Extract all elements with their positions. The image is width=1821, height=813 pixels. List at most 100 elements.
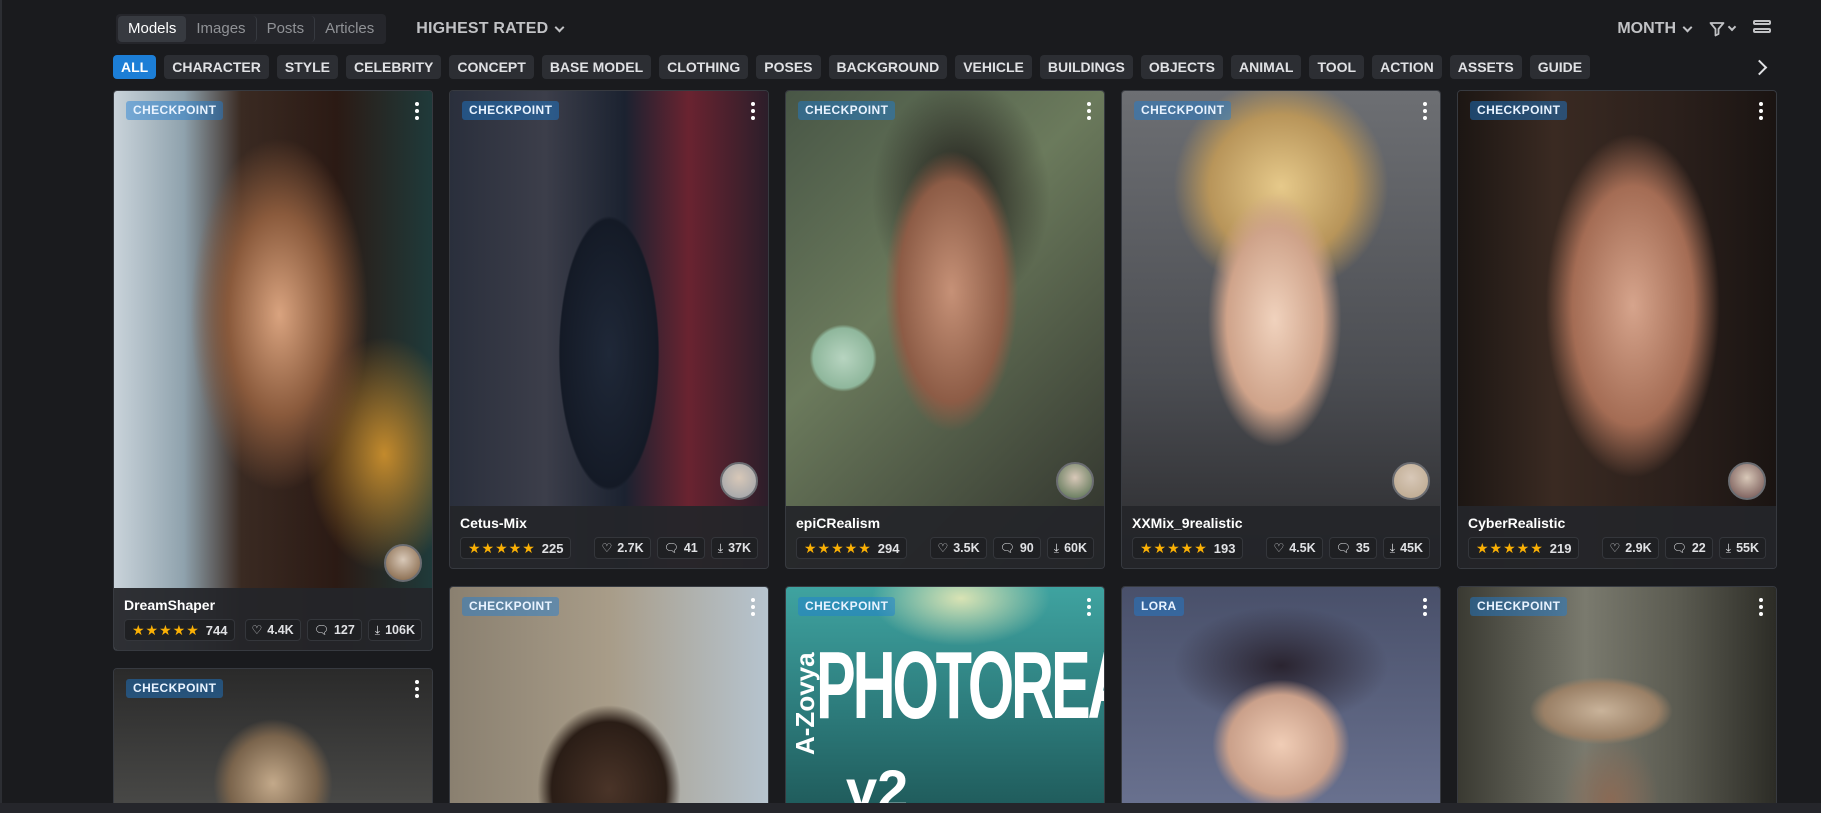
category-chip[interactable]: VEHICLE <box>955 55 1032 79</box>
model-card[interactable]: CHECKPOINT <box>1457 586 1777 813</box>
metrics: ♡ 3.5K 🗨 90 ⤓ 60K <box>930 537 1094 559</box>
tab-models[interactable]: Models <box>118 16 187 42</box>
category-chip[interactable]: BACKGROUND <box>828 55 948 79</box>
downloads: ⤓ 55K <box>1718 537 1766 559</box>
category-chip[interactable]: ASSETS <box>1449 55 1522 79</box>
cover-text: PHOTOREAL <box>816 632 1104 739</box>
content-type-tabs: Models Images Posts Articles <box>116 14 387 44</box>
bottom-bar <box>0 803 1821 813</box>
model-type-badge: CHECKPOINT <box>126 679 224 698</box>
tab-posts[interactable]: Posts <box>257 16 316 42</box>
card-footer: DreamShaper ★★★★★ 744 ♡ 4.4K 🗨 127 ⤓ 106K <box>114 588 432 650</box>
model-type-badge: CHECKPOINT <box>126 101 224 120</box>
creator-avatar[interactable] <box>1392 462 1430 500</box>
model-card[interactable]: CHECKPOINT <box>449 586 769 813</box>
filter-icon <box>1709 22 1725 37</box>
category-chip[interactable]: TOOL <box>1309 55 1365 79</box>
card-footer: Cetus-Mix ★★★★★ 225 ♡ 2.7K 🗨 41 ⤓ 37K <box>450 506 768 568</box>
download-icon: ⤓ <box>1725 540 1732 555</box>
model-card[interactable]: CHECKPOINT epiCRealism ★★★★★ 294 ♡ 3.5K 🗨… <box>785 90 1105 569</box>
star-icons: ★★★★★ <box>132 621 200 638</box>
model-cover-image <box>1122 587 1440 812</box>
dots-vertical-icon[interactable] <box>750 598 756 616</box>
model-cover-image <box>1458 587 1776 812</box>
model-cover-image <box>786 91 1104 568</box>
model-type-badge: LORA <box>1134 597 1184 616</box>
category-chip[interactable]: OBJECTS <box>1140 55 1223 79</box>
card-stats: ★★★★★ 225 ♡ 2.7K 🗨 41 ⤓ 37K <box>460 537 758 559</box>
model-card[interactable]: CHECKPOINT DreamShaper ★★★★★ 744 ♡ 4.4K 🗨… <box>113 90 433 651</box>
dots-vertical-icon[interactable] <box>1086 598 1092 616</box>
comments: 🗨 22 <box>1664 537 1713 559</box>
layout-icon[interactable] <box>1753 20 1771 38</box>
model-type-badge: CHECKPOINT <box>462 597 560 616</box>
download-icon: ⤓ <box>374 622 381 637</box>
download-count: 60K <box>1064 541 1087 555</box>
tab-images[interactable]: Images <box>186 16 257 42</box>
heart-icon: ♡ <box>601 541 613 555</box>
creator-avatar[interactable] <box>384 544 422 582</box>
comment-icon: 🗨 <box>1335 541 1351 555</box>
model-card[interactable]: PHOTOREALA-Zovyav2CHECKPOINT <box>785 586 1105 813</box>
category-chip[interactable]: ANIMAL <box>1231 55 1302 79</box>
category-chip[interactable]: GUIDE <box>1529 55 1591 79</box>
dots-vertical-icon[interactable] <box>414 680 420 698</box>
model-type-badge: CHECKPOINT <box>798 597 896 616</box>
likes: ♡ 2.9K <box>1602 537 1659 559</box>
comment-count: 90 <box>1019 541 1034 555</box>
dots-vertical-icon[interactable] <box>750 102 756 120</box>
category-chip[interactable]: BASE MODEL <box>541 55 652 79</box>
category-chip[interactable]: ACTION <box>1372 55 1442 79</box>
comment-icon: 🗨 <box>1671 541 1687 555</box>
category-chip[interactable]: CELEBRITY <box>346 55 442 79</box>
download-count: 106K <box>385 623 415 637</box>
star-icons: ★★★★★ <box>1140 539 1208 556</box>
likes: ♡ 4.5K <box>1266 537 1323 559</box>
model-card[interactable]: CHECKPOINT <box>113 668 433 813</box>
model-card[interactable]: CHECKPOINT Cetus-Mix ★★★★★ 225 ♡ 2.7K 🗨 41… <box>449 90 769 569</box>
category-chip[interactable]: CHARACTER <box>164 55 269 79</box>
like-count: 4.5K <box>1289 541 1316 555</box>
model-type-badge: CHECKPOINT <box>1134 101 1232 120</box>
category-chip[interactable]: ALL <box>113 55 157 79</box>
model-card[interactable]: CHECKPOINT XXMix_9realistic ★★★★★ 193 ♡ 4… <box>1121 90 1441 569</box>
tab-articles[interactable]: Articles <box>315 16 384 42</box>
heart-icon: ♡ <box>937 541 949 555</box>
downloads: ⤓ 45K <box>1382 537 1430 559</box>
category-chip[interactable]: POSES <box>756 55 821 79</box>
chevron-down-icon <box>554 22 565 32</box>
cover-side-text: A-Zovya <box>790 652 820 755</box>
category-chip[interactable]: BUILDINGS <box>1039 55 1133 79</box>
category-chip[interactable]: CLOTHING <box>659 55 749 79</box>
model-card[interactable]: LORA <box>1121 586 1441 813</box>
dots-vertical-icon[interactable] <box>1422 598 1428 616</box>
rating-count: 744 <box>205 622 228 638</box>
sort-dropdown[interactable]: HIGHEST RATED <box>416 20 565 38</box>
downloads: ⤓ 37K <box>710 537 758 559</box>
dots-vertical-icon[interactable] <box>1422 102 1428 120</box>
model-type-badge: CHECKPOINT <box>798 101 896 120</box>
dots-vertical-icon[interactable] <box>1758 102 1764 120</box>
dots-vertical-icon[interactable] <box>1758 598 1764 616</box>
right-tools: MONTH <box>1617 14 1771 44</box>
creator-avatar[interactable] <box>1056 462 1094 500</box>
model-cover-image <box>450 91 768 568</box>
download-count: 55K <box>1736 541 1759 555</box>
comments: 🗨 35 <box>1328 537 1377 559</box>
chevron-down-icon <box>1682 22 1693 32</box>
likes: ♡ 4.4K <box>244 619 301 641</box>
model-name: CyberRealistic <box>1468 515 1566 531</box>
creator-avatar[interactable] <box>720 462 758 500</box>
creator-avatar[interactable] <box>1728 462 1766 500</box>
heart-icon: ♡ <box>1273 541 1285 555</box>
category-chip[interactable]: CONCEPT <box>449 55 534 79</box>
dots-vertical-icon[interactable] <box>1086 102 1092 120</box>
filter-button[interactable] <box>1709 21 1737 37</box>
chevron-down-icon <box>1727 22 1737 32</box>
category-chip[interactable]: STYLE <box>276 55 339 79</box>
model-cover-image <box>450 587 768 812</box>
chevron-right-icon[interactable] <box>1752 58 1770 76</box>
period-dropdown[interactable]: MONTH <box>1617 20 1693 38</box>
dots-vertical-icon[interactable] <box>414 102 420 120</box>
model-card[interactable]: CHECKPOINT CyberRealistic ★★★★★ 219 ♡ 2.9… <box>1457 90 1777 569</box>
